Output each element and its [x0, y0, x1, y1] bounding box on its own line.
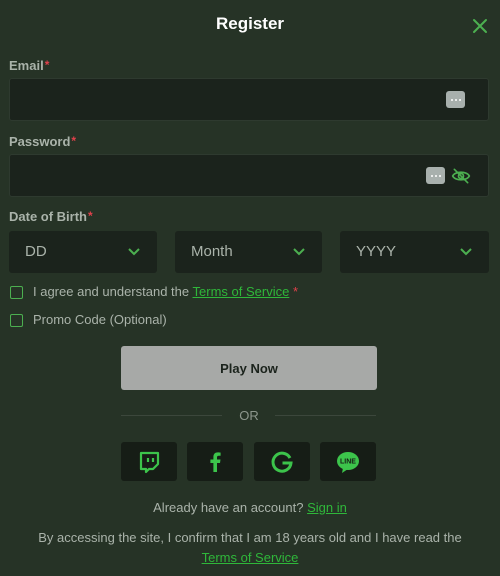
divider-left: [121, 415, 222, 416]
terms-text: I agree and understand the: [33, 284, 190, 299]
divider-right: [275, 415, 376, 416]
password-manager-icon[interactable]: [446, 91, 465, 108]
chevron-down-icon: [460, 248, 472, 256]
legal-text: By accessing the site, I confirm that I …: [38, 530, 462, 545]
dob-label: Date of Birth*: [9, 209, 93, 224]
sign-in-link[interactable]: Sign in: [307, 500, 347, 515]
required-mark: *: [88, 209, 93, 223]
line-icon: LINE: [337, 451, 359, 473]
day-select[interactable]: DD: [9, 231, 157, 273]
terms-checkbox[interactable]: [10, 286, 23, 299]
password-manager-icon[interactable]: [426, 167, 445, 184]
legal-terms-link[interactable]: Terms of Service: [202, 550, 299, 565]
chevron-down-icon: [293, 248, 305, 256]
day-select-value: DD: [25, 243, 47, 260]
password-field[interactable]: [9, 154, 489, 197]
chevron-down-icon: [128, 248, 140, 256]
facebook-login-button[interactable]: [187, 442, 243, 481]
eye-off-icon[interactable]: [451, 166, 471, 186]
email-field[interactable]: [9, 78, 489, 121]
svg-text:LINE: LINE: [340, 458, 356, 465]
terms-of-service-link[interactable]: Terms of Service: [193, 284, 290, 299]
google-login-button[interactable]: [254, 442, 310, 481]
line-login-button[interactable]: LINE: [320, 442, 376, 481]
email-label-text: Email: [9, 58, 44, 73]
register-title: Register: [215, 14, 285, 33]
google-icon: [271, 451, 293, 473]
password-label-text: Password: [9, 134, 71, 149]
play-now-button[interactable]: Play Now: [121, 346, 377, 390]
promo-code-checkbox[interactable]: [10, 314, 23, 327]
terms-checkbox-label: I agree and understand the Terms of Serv…: [33, 284, 298, 299]
facebook-icon: [210, 451, 221, 472]
twitch-login-button[interactable]: [121, 442, 177, 481]
close-icon[interactable]: [471, 17, 489, 35]
month-select-value: Month: [191, 243, 233, 260]
signin-text: Already have an account?: [153, 500, 304, 515]
year-select[interactable]: YYYY: [340, 231, 489, 273]
required-mark: *: [44, 58, 50, 72]
year-select-value: YYYY: [356, 243, 397, 260]
or-divider-text: OR: [239, 408, 259, 423]
required-mark: *: [71, 134, 77, 148]
twitch-icon: [139, 451, 160, 473]
dob-label-text: Date of Birth: [9, 209, 87, 224]
email-label: Email*: [9, 58, 49, 73]
month-select[interactable]: Month: [175, 231, 322, 273]
signin-prompt: Already have an account? Sign in: [0, 500, 500, 515]
password-label: Password*: [9, 134, 76, 149]
promo-code-label: Promo Code (Optional): [33, 312, 167, 327]
required-mark: *: [292, 284, 299, 299]
legal-notice: By accessing the site, I confirm that I …: [30, 528, 470, 568]
